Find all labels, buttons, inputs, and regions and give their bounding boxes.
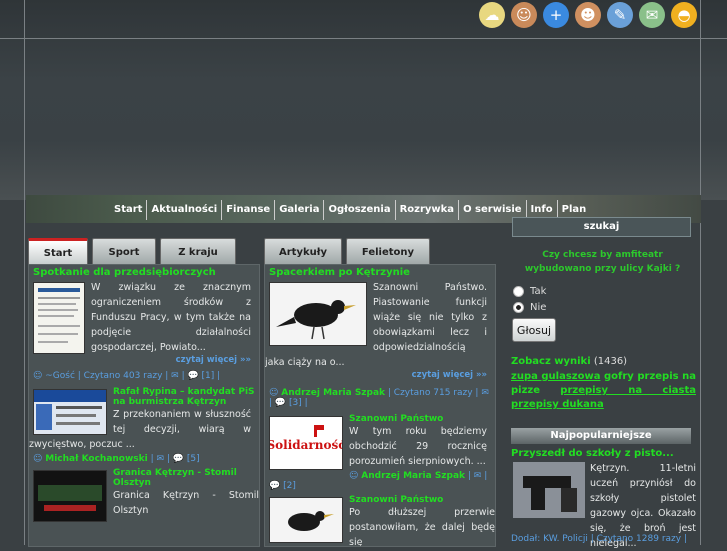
nav-finanse[interactable]: Finanse [222, 200, 276, 220]
user-icon: ☺ [33, 454, 46, 464]
nav-rozrywka[interactable]: Rozrywka [396, 200, 460, 220]
solidarnosc-thumbnail[interactable]: Solidarność [269, 416, 343, 470]
tag-link[interactable]: zupa gulaszowa [511, 371, 600, 382]
header-background [0, 0, 727, 200]
frame-line [700, 0, 701, 545]
article-title[interactable]: Spotkanie dla przedsiębiorczych [33, 267, 255, 278]
frame-line [24, 0, 25, 545]
user-icon: ☺ [269, 388, 282, 398]
mid-tabs: Artykuły Felietony [264, 238, 430, 266]
search-box[interactable]: szukaj [512, 217, 691, 237]
nav-aktualnosci[interactable]: Aktualności [147, 200, 223, 220]
tab-start[interactable]: Start [28, 238, 88, 266]
bird-thumbnail[interactable] [269, 282, 367, 346]
article-meta: ☺ ~Gość | Czytano 403 razy | ✉ | 💬 [1] | [33, 371, 255, 381]
tag-link[interactable]: przepisy na ciasta [560, 385, 696, 396]
article-thumbnail[interactable] [33, 470, 107, 522]
add-icon[interactable]: + [543, 2, 569, 28]
popular-title[interactable]: Przyszedł do szkoły z pisto... [511, 448, 696, 459]
tag-cloud: zupa gulaszowa gofry przepis na pizze pr… [511, 370, 696, 412]
vote-button[interactable]: Głosuj [512, 318, 556, 342]
poll-option-label: Nie [530, 302, 547, 313]
article-meta: ☺ Andrzej Maria Szpak | Czytano 715 razy… [269, 388, 491, 408]
comment-count[interactable]: [2] [283, 481, 296, 491]
frame-line [0, 38, 727, 39]
author-link[interactable]: Andrzej Maria Szpak [361, 471, 465, 481]
meta-text: ~Gość | Czytano 403 razy | [45, 371, 172, 381]
left-tabs: Start Sport Z kraju [28, 238, 236, 266]
nav-galeria[interactable]: Galeria [275, 200, 325, 220]
article-title[interactable]: Spacerkiem po Kętrzynie [269, 267, 491, 278]
author-link[interactable]: Michał Kochanowski [45, 454, 147, 464]
user-icon[interactable]: ☺ [511, 2, 537, 28]
user-icon: ☺ [33, 371, 46, 381]
comment-icon[interactable]: ✉ | 💬 [171, 371, 201, 381]
article-meta: ☺ Michał Kochanowski | ✉ | 💬 [5] [33, 454, 200, 464]
bird-thumbnail[interactable] [269, 497, 343, 543]
thumb-caption: Solidarność [269, 438, 343, 452]
tab-felietony[interactable]: Felietony [346, 238, 430, 266]
nav-start[interactable]: Start [110, 200, 148, 220]
popular-header: Najpopularniejsze [511, 428, 691, 444]
poll-option-label: Tak [530, 286, 547, 297]
meta-text: | Czytano 715 razy | [385, 388, 482, 398]
helmet-icon[interactable]: ◓ [671, 2, 697, 28]
poll-option-nie[interactable]: Nie [513, 302, 546, 313]
author-link[interactable]: Andrzej Maria Szpak [281, 388, 385, 398]
tab-sport[interactable]: Sport [92, 238, 156, 266]
document-thumbnail[interactable] [33, 282, 85, 354]
comment-count[interactable]: [3] | [289, 398, 308, 408]
radio-icon[interactable] [513, 302, 524, 313]
tab-z-kraju[interactable]: Z kraju [160, 238, 236, 266]
weather-icon[interactable]: ☁ [479, 2, 505, 28]
poll-option-tak[interactable]: Tak [513, 286, 546, 297]
poll-results: Zobacz wyniki (1436) [511, 356, 627, 367]
users-icon[interactable]: ☻ [575, 2, 601, 28]
tag-link[interactable]: przepisy dukana [511, 399, 604, 410]
write-icon[interactable]: ✎ [607, 2, 633, 28]
left-column: Spotkanie dla przedsiębiorczych W związk… [28, 264, 260, 547]
article-meta: ☺ Andrzej Maria Szpak | ✉ | 💬 [2] [269, 471, 488, 491]
results-count: (1436) [593, 356, 628, 367]
read-more-link[interactable]: czytaj więcej »» [265, 370, 487, 380]
poll-question: Czy chcesz by amfiteatr wybudowano przy … [524, 250, 681, 274]
user-icon: ☺ [349, 471, 362, 481]
pistol-thumbnail[interactable] [513, 462, 585, 518]
radio-icon[interactable] [513, 286, 524, 297]
article-thumbnail[interactable] [33, 389, 107, 435]
tag-link[interactable]: gofry [604, 371, 634, 382]
nav-ogloszenia[interactable]: Ogłoszenia [324, 200, 396, 220]
top-toolbar: ☁ ☺ + ☻ ✎ ✉ ◓ [479, 2, 697, 28]
results-link[interactable]: Zobacz wyniki [511, 356, 591, 367]
mail-icon[interactable]: ✉ [639, 2, 665, 28]
popular-footer: Dodał: KW. Policji | Czytano 1289 razy | [511, 534, 687, 544]
comment-count[interactable]: [5] [187, 454, 200, 464]
comment-count[interactable]: [1] | [202, 371, 221, 381]
middle-column: Spacerkiem po Kętrzynie Szanowni Państwo… [264, 264, 496, 547]
read-more-link[interactable]: czytaj więcej »» [29, 355, 251, 365]
tab-artykuly[interactable]: Artykuły [264, 238, 342, 266]
